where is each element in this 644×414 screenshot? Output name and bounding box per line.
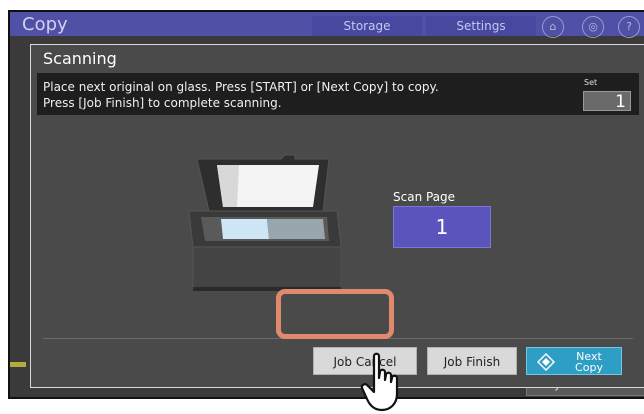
next-copy-label: Next Copy	[559, 351, 619, 373]
diamond-next-icon	[537, 353, 555, 371]
next-copy-line-2: Copy	[575, 361, 603, 374]
dialog-title: Scanning	[43, 49, 117, 68]
scan-page-label: Scan Page	[393, 190, 456, 204]
job-finish-button[interactable]: Job Finish	[427, 347, 517, 375]
tab-storage[interactable]: Storage	[312, 16, 422, 36]
home-icon[interactable]: ⌂	[542, 16, 564, 38]
scan-page-count: 1	[393, 206, 491, 248]
app-title: Copy	[22, 14, 68, 35]
background-strip	[10, 362, 26, 367]
globe-icon[interactable]: ◎	[582, 16, 604, 38]
message-bar: Place next original on glass. Press [STA…	[37, 73, 639, 115]
set-label: Set	[584, 78, 598, 87]
next-copy-button[interactable]: Next Copy	[526, 347, 622, 375]
message-line-2: Press [Job Finish] to complete scanning.	[43, 96, 282, 110]
tab-settings[interactable]: Settings	[426, 16, 536, 36]
job-cancel-highlight	[276, 289, 394, 339]
message-line-1: Place next original on glass. Press [STA…	[43, 80, 439, 94]
hand-pointer-icon	[360, 352, 399, 412]
scanner-illustration-icon	[188, 154, 341, 291]
set-count: 1	[583, 91, 631, 112]
copy-screen: Copy Storage Settings ⌂ ◎ ? Job Status S…	[8, 10, 644, 399]
app-header: Copy Storage Settings ⌂ ◎ ?	[10, 12, 644, 38]
help-icon[interactable]: ?	[618, 16, 640, 38]
